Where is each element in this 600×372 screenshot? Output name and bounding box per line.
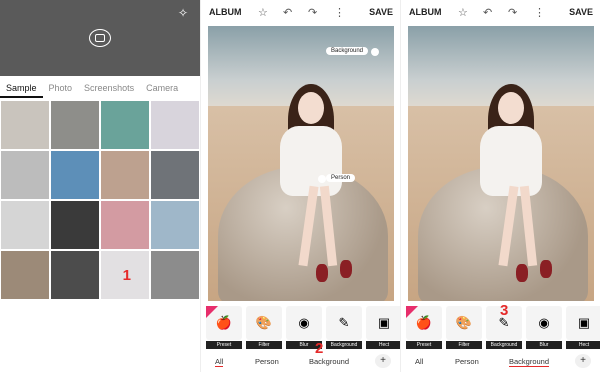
effect-preset[interactable]: 🍎 Preset xyxy=(206,306,242,349)
photo-grid: 1 xyxy=(0,101,200,299)
effect-strip: 🍎 Preset 🎨 Filter ◉ Blur ✎ Background ▣ Hect xyxy=(206,306,400,349)
star-icon[interactable]: ☆ xyxy=(458,6,468,19)
photo-thumbnail[interactable] xyxy=(101,151,149,199)
photo-thumbnail[interactable] xyxy=(101,201,149,249)
photo-thumbnail[interactable]: 1 xyxy=(101,251,149,299)
edit-photo[interactable] xyxy=(408,26,594,301)
edit-photo[interactable]: Background Person xyxy=(208,26,394,301)
lightbulb-icon[interactable]: ✧ xyxy=(178,6,188,20)
top-bar: ALBUM ☆ ↶ ↷ ⋮ SAVE xyxy=(201,0,400,24)
effect-hect[interactable]: ▣ Hect xyxy=(366,306,400,349)
magic-wand-icon: ✎ xyxy=(326,306,362,340)
tab-all[interactable]: All xyxy=(215,357,224,367)
tab-person[interactable]: Person xyxy=(255,357,279,366)
tab-person[interactable]: Person xyxy=(455,357,479,366)
palette-icon: 🎨 xyxy=(446,306,482,340)
tab-screenshots[interactable]: Screenshots xyxy=(78,80,140,98)
photo-thumbnail[interactable] xyxy=(1,151,49,199)
photo-thumbnail[interactable] xyxy=(51,101,99,149)
tab-camera[interactable]: Camera xyxy=(140,80,184,98)
album-button[interactable]: ALBUM xyxy=(209,7,242,17)
undo-icon[interactable]: ↶ xyxy=(483,6,492,19)
photo-thumbnail[interactable] xyxy=(151,101,199,149)
add-button[interactable]: + xyxy=(575,354,591,368)
photo-thumbnail[interactable] xyxy=(151,251,199,299)
person-tag[interactable]: Person xyxy=(326,174,356,182)
redo-icon[interactable]: ↷ xyxy=(308,6,317,19)
photo-thumbnail[interactable] xyxy=(1,101,49,149)
photo-thumbnail[interactable] xyxy=(151,201,199,249)
tab-all[interactable]: All xyxy=(415,357,423,366)
gallery-panel: ✧ Sample Photo Screenshots Camera 1 xyxy=(0,0,200,372)
undo-icon[interactable]: ↶ xyxy=(283,6,292,19)
step-number-1: 1 xyxy=(122,267,131,284)
effect-filter[interactable]: 🎨 Filter xyxy=(446,306,482,349)
effect-background[interactable]: ✎ Background xyxy=(326,306,362,349)
category-tabs: All Person Background + xyxy=(401,354,600,370)
save-button[interactable]: SAVE xyxy=(569,7,593,17)
star-icon[interactable]: ☆ xyxy=(258,6,268,19)
tab-photo[interactable]: Photo xyxy=(43,80,79,98)
photo-thumbnail[interactable] xyxy=(101,101,149,149)
hect-icon: ▣ xyxy=(566,306,600,340)
effect-background[interactable]: ✎ 3 Background xyxy=(486,302,522,349)
step-number-3: 3 xyxy=(500,302,509,319)
effect-preset[interactable]: 🍎 Preset xyxy=(406,306,442,349)
blur-icon: ◉ xyxy=(526,306,562,340)
effect-filter[interactable]: 🎨 Filter xyxy=(246,306,282,349)
effect-blur[interactable]: ◉ Blur xyxy=(526,306,562,349)
album-button[interactable]: ALBUM xyxy=(409,7,442,17)
effect-strip: 🍎 Preset 🎨 Filter ✎ 3 Background ◉ Blur ▣ Hect xyxy=(406,302,600,349)
palette-icon: 🎨 xyxy=(246,306,282,340)
add-button[interactable]: + xyxy=(375,354,391,368)
photo-thumbnail[interactable] xyxy=(1,251,49,299)
tab-background[interactable]: Background xyxy=(309,357,349,366)
camera-button[interactable] xyxy=(89,29,111,47)
effect-hect[interactable]: ▣ Hect xyxy=(566,306,600,349)
camera-icon xyxy=(95,34,105,42)
photo-thumbnail[interactable] xyxy=(1,201,49,249)
redo-icon[interactable]: ↷ xyxy=(508,6,517,19)
background-tag-dot[interactable] xyxy=(371,48,379,56)
category-tabs: All Person Background + xyxy=(201,354,400,370)
hect-icon: ▣ xyxy=(366,306,400,340)
tab-background[interactable]: Background xyxy=(509,357,550,367)
source-tabs: Sample Photo Screenshots Camera xyxy=(0,80,200,98)
new-badge xyxy=(206,306,218,318)
photo-thumbnail[interactable] xyxy=(51,251,99,299)
tab-sample[interactable]: Sample xyxy=(0,80,43,98)
blur-icon: ◉ xyxy=(286,306,322,340)
background-tag[interactable]: Background xyxy=(326,47,369,55)
more-icon[interactable]: ⋮ xyxy=(334,6,345,19)
more-icon[interactable]: ⋮ xyxy=(534,6,545,19)
photo-thumbnail[interactable] xyxy=(151,151,199,199)
save-button[interactable]: SAVE xyxy=(369,7,393,17)
photo-thumbnail[interactable] xyxy=(51,201,99,249)
camera-preview: ✧ xyxy=(0,0,200,76)
new-badge xyxy=(406,306,418,318)
top-bar: ALBUM ☆ ↶ ↷ ⋮ SAVE xyxy=(401,0,600,24)
person-tag-dot[interactable] xyxy=(318,175,326,183)
editor-panel-step2: ALBUM ☆ ↶ ↷ ⋮ SAVE Background Person 🍎 Pr… xyxy=(200,0,400,372)
editor-panel-step3: ALBUM ☆ ↶ ↷ ⋮ SAVE 🍎 Preset 🎨 Filter ✎ 3 Bac… xyxy=(400,0,600,372)
photo-thumbnail[interactable] xyxy=(51,151,99,199)
